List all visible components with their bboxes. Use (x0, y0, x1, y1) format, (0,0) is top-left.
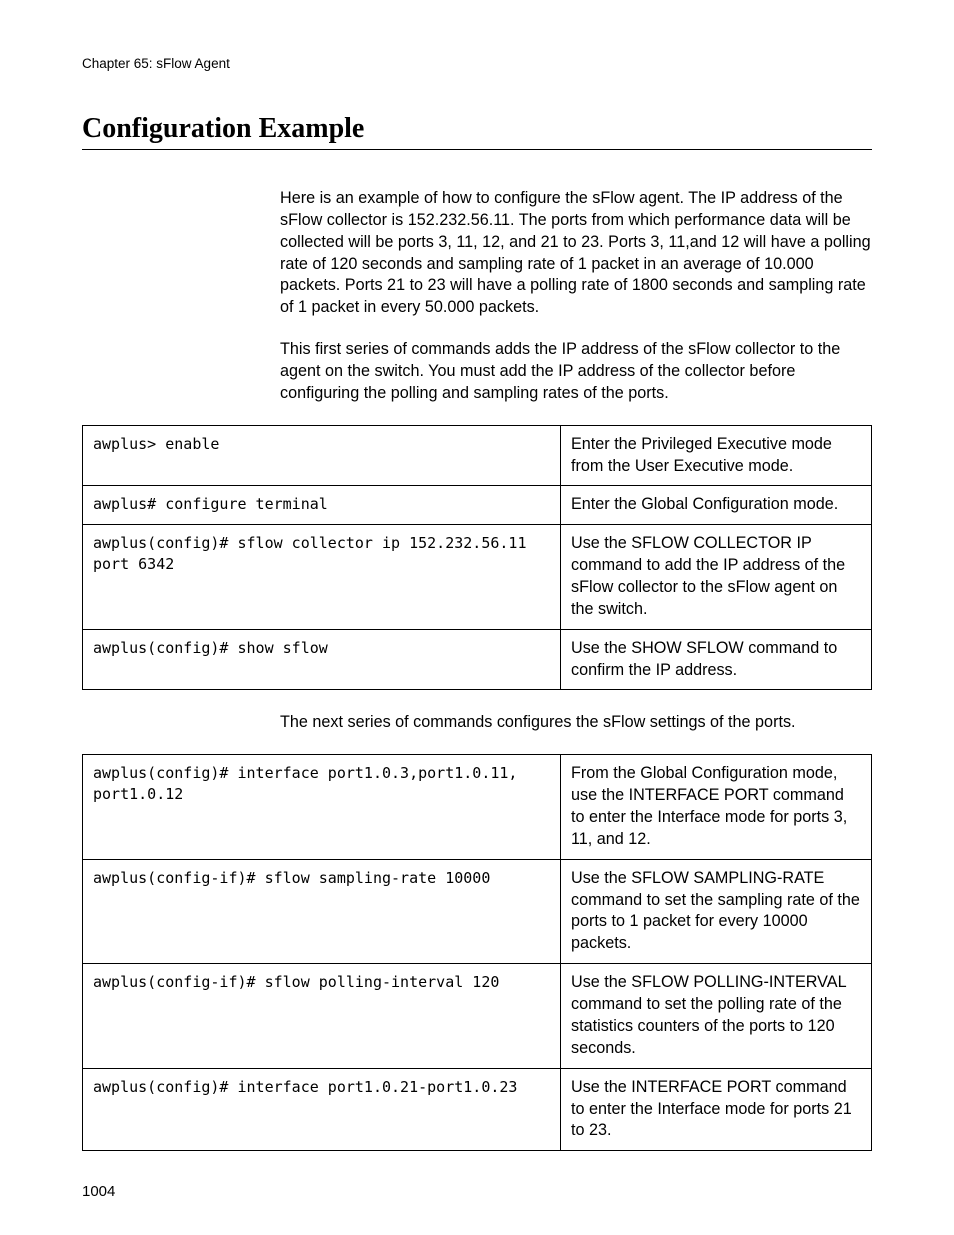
table-row: awplus(config)# show sflow Use the SHOW … (83, 629, 872, 690)
chapter-header: Chapter 65: sFlow Agent (82, 56, 872, 71)
command-cell: awplus(config)# sflow collector ip 152.2… (83, 525, 561, 629)
description-cell: From the Global Configuration mode, use … (561, 755, 872, 859)
description-cell: Use the SFLOW POLLING-INTERVAL command t… (561, 964, 872, 1068)
middle-paragraph: The next series of commands configures t… (280, 712, 872, 734)
command-cell: awplus# configure terminal (83, 486, 561, 525)
command-cell: awplus> enable (83, 425, 561, 486)
command-cell: awplus(config-if)# sflow sampling-rate 1… (83, 859, 561, 963)
command-cell: awplus(config-if)# sflow polling-interva… (83, 964, 561, 1068)
command-cell: awplus(config)# show sflow (83, 629, 561, 690)
description-cell: Enter the Privileged Executive mode from… (561, 425, 872, 486)
table-row: awplus(config-if)# sflow polling-interva… (83, 964, 872, 1068)
table-row: awplus(config-if)# sflow sampling-rate 1… (83, 859, 872, 963)
description-cell: Use the SFLOW SAMPLING-RATE command to s… (561, 859, 872, 963)
description-cell: Use the SHOW SFLOW command to confirm th… (561, 629, 872, 690)
intro-paragraph-2: This first series of commands adds the I… (280, 339, 872, 405)
table-row: awplus(config)# interface port1.0.3,port… (83, 755, 872, 859)
command-table-2: awplus(config)# interface port1.0.3,port… (82, 754, 872, 1151)
table-row: awplus(config)# interface port1.0.21-por… (83, 1068, 872, 1151)
table-row: awplus# configure terminal Enter the Glo… (83, 486, 872, 525)
page-number: 1004 (82, 1183, 872, 1200)
table-row: awplus(config)# sflow collector ip 152.2… (83, 525, 872, 629)
command-table-1: awplus> enable Enter the Privileged Exec… (82, 425, 872, 691)
page-title: Configuration Example (82, 113, 872, 150)
table-row: awplus> enable Enter the Privileged Exec… (83, 425, 872, 486)
description-cell: Use the SFLOW COLLECTOR IP command to ad… (561, 525, 872, 629)
description-cell: Enter the Global Configuration mode. (561, 486, 872, 525)
intro-paragraph-1: Here is an example of how to configure t… (280, 188, 872, 319)
command-cell: awplus(config)# interface port1.0.3,port… (83, 755, 561, 859)
command-cell: awplus(config)# interface port1.0.21-por… (83, 1068, 561, 1151)
description-cell: Use the INTERFACE PORT command to enter … (561, 1068, 872, 1151)
